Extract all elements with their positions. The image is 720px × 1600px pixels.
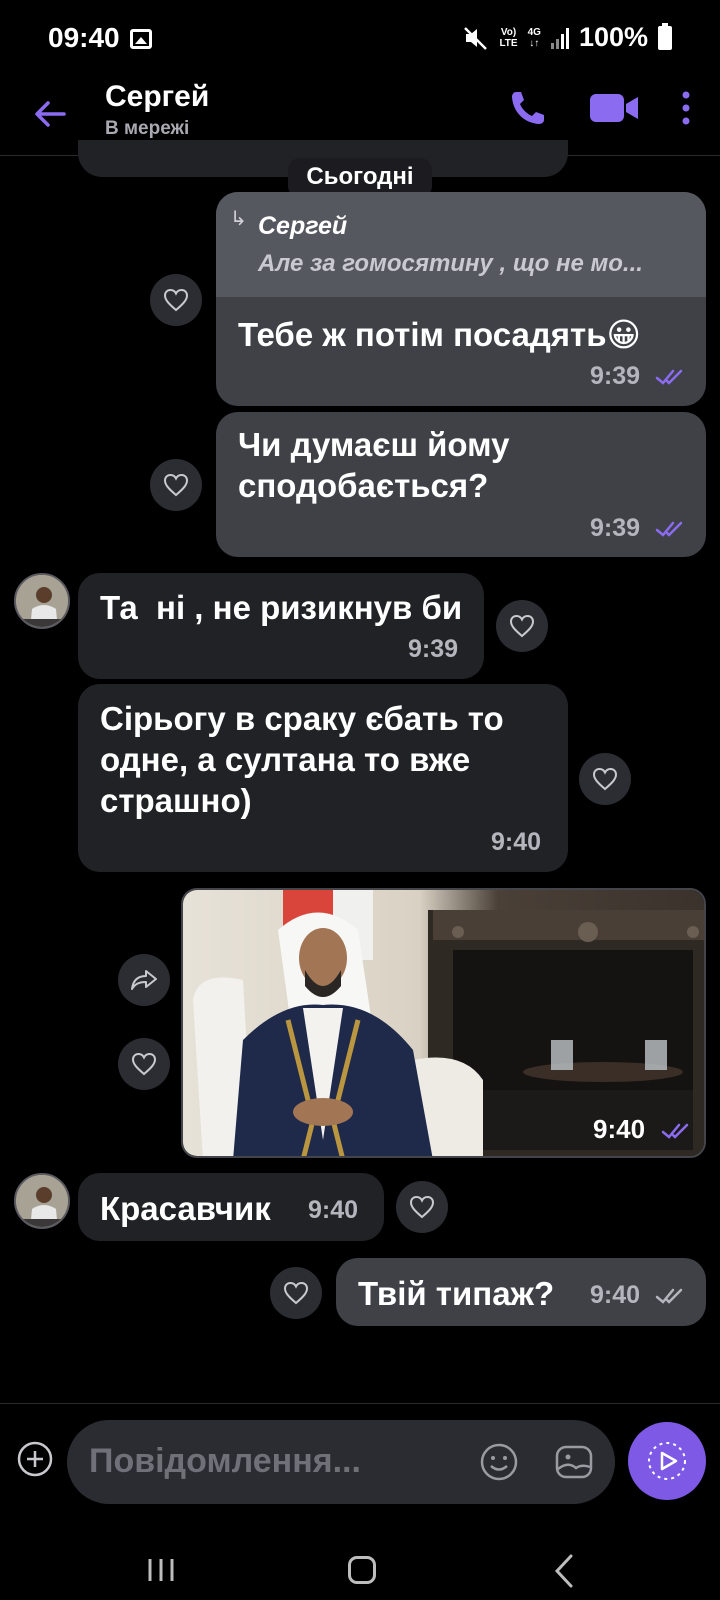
reply-arrow-icon: ↳ [230,208,247,230]
image-time: 9:40 [593,1114,646,1144]
read-checkmarks-icon [655,521,683,537]
forward-arrow-icon [131,970,157,990]
contact-avatar[interactable] [14,1173,70,1229]
gallery-notification-icon [130,29,152,49]
message-time: 9:40 [590,1281,641,1309]
message-time: 9:39 [590,362,641,390]
message-text: Тебе ж потім посадять😀 [238,316,641,353]
forward-button[interactable] [118,954,170,1006]
mute-icon [464,26,488,50]
message-text: Красавчик [100,1190,271,1227]
heart-icon [163,473,189,497]
delivered-checkmarks-icon [655,1288,683,1304]
more-options-icon[interactable] [676,88,696,128]
like-heart-button[interactable] [496,600,548,652]
heart-icon [409,1195,435,1219]
message-time: 9:40 [308,1196,359,1224]
read-checkmarks-icon [661,1123,689,1139]
back-nav-icon[interactable] [552,1553,576,1589]
message-text: Та ні , не ризикнув би [100,589,463,626]
volte-indicator: Vo) LTE [499,26,518,49]
like-heart-button[interactable] [270,1267,322,1319]
status-indicators: Vo) LTE 4G ↓↑ 100% [463,22,672,53]
emoji-icon[interactable] [479,1442,519,1482]
video-call-icon[interactable] [588,88,640,128]
sticker-icon[interactable] [554,1442,594,1482]
battery-percent: 100% [578,22,648,52]
send-play-icon [648,1442,686,1480]
heart-icon [509,614,535,638]
message-text-line: Чи думаєш йому [238,426,510,463]
heart-icon [592,767,618,791]
recent-apps-icon[interactable] [146,1557,176,1583]
message-time: 9:40 [491,828,542,856]
message-input[interactable]: Повідомлення... [67,1420,615,1504]
back-arrow-icon[interactable] [30,94,70,134]
message-time: 9:39 [408,635,459,663]
heart-icon [131,1052,157,1076]
system-navigation-bar [0,1523,720,1600]
message-text-line: одне, а султана то вже [100,741,471,778]
message-composer: Повідомлення... [0,1403,720,1523]
status-time: 09:40 [48,22,120,53]
message-text-line: сподобається? [238,467,489,504]
contact-avatar[interactable] [14,573,70,629]
like-heart-button[interactable] [396,1181,448,1233]
home-icon[interactable] [348,1556,376,1584]
avatar-image [16,1175,68,1227]
like-heart-button[interactable] [118,1038,170,1090]
signal-icon [550,27,569,49]
message-text: Твій типаж? [358,1275,555,1312]
message-time: 9:39 [590,514,641,542]
battery-icon [658,22,672,50]
like-heart-button[interactable] [150,459,202,511]
heart-icon [163,288,189,312]
phone-call-icon[interactable] [506,86,550,130]
reply-quote[interactable]: ↳ Сергей Але за гомосятину , що не мо... [216,192,706,297]
contact-status: В мережі [105,118,190,139]
message-text-line: Сірьогу в сраку єбать то [100,700,504,737]
send-button[interactable] [628,1422,706,1500]
reply-text: Але за гомосятину , що не мо... [258,250,643,277]
reply-author: Сергей [258,212,348,240]
message-text-line: страшно) [100,782,252,819]
add-attachment-icon[interactable] [16,1440,54,1478]
message-input-placeholder: Повідомлення... [89,1442,361,1480]
like-heart-button[interactable] [579,753,631,805]
image-message[interactable]: 9:40 [181,888,706,1158]
like-heart-button[interactable] [150,274,202,326]
status-bar: 09:40 Vo) LTE 4G ↓↑ 100% [0,0,720,80]
heart-icon [283,1281,309,1305]
read-checkmarks-icon [655,369,683,385]
avatar-image [16,575,68,627]
4g-indicator: 4G ↓↑ [527,26,541,49]
contact-name[interactable]: Сергей [105,80,209,114]
